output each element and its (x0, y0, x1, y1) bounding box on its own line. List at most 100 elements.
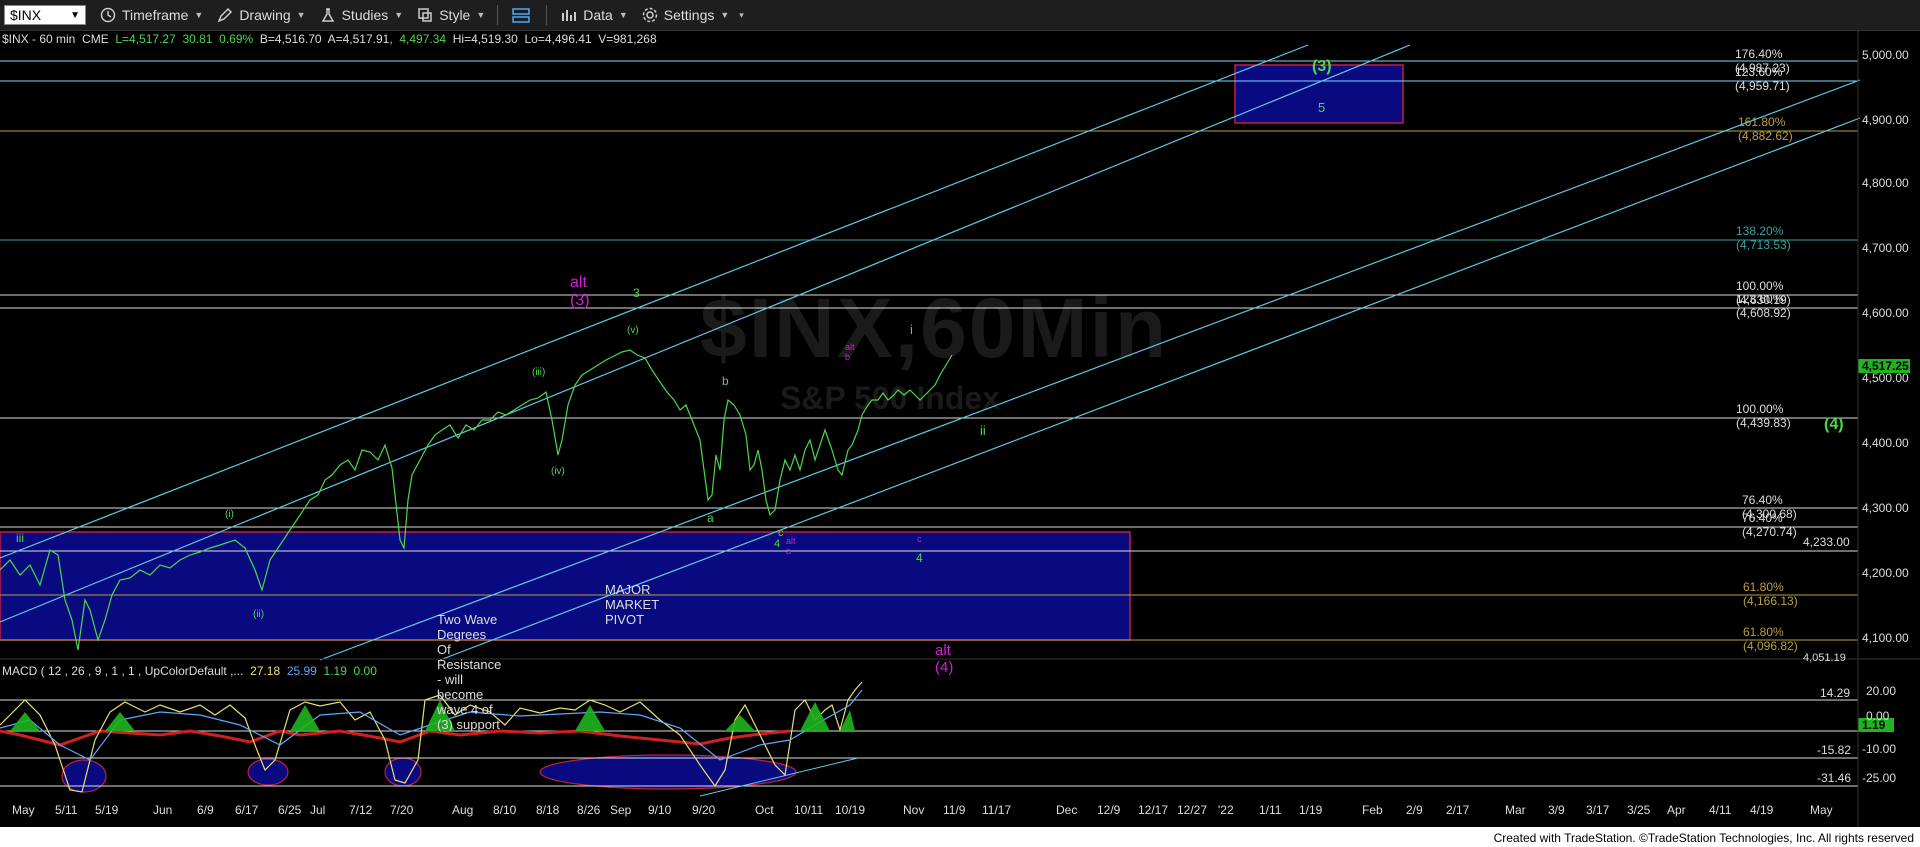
macd-level: -15.82 (1817, 743, 1852, 757)
alt-a-label: alt a (786, 536, 796, 556)
clock-icon (100, 7, 116, 23)
price-tick: 4,700.00 (1862, 241, 1909, 255)
date-tick: 8/10 (493, 803, 517, 817)
price-tick: 4,500.00 (1862, 371, 1909, 385)
price-chart[interactable] (0, 0, 1920, 847)
caret-down-icon: ▼ (618, 10, 628, 20)
macd-value-2: 25.99 (286, 664, 317, 678)
wave-c-alt-label: c (917, 534, 922, 544)
settings-label: Settings (663, 7, 715, 23)
wave-iii-left-label: iii (16, 531, 24, 545)
date-tick: 12/27 (1177, 803, 1208, 817)
date-tick: May (12, 803, 35, 817)
macd-line (0, 681, 863, 793)
symbol-input[interactable]: $INX ▼ (4, 5, 86, 25)
date-tick: 11/9 (943, 803, 966, 817)
date-tick: 5/11 (55, 803, 78, 817)
date-tick: 4/11 (1709, 803, 1732, 817)
toolbar-divider (497, 5, 499, 25)
pencil-icon (217, 7, 233, 23)
wave-iii-paren-label: (iii) (532, 367, 546, 378)
price-tick: 4,200.00 (1862, 566, 1909, 580)
wave-i-paren-label: (i) (225, 509, 234, 520)
fib-label: 76.40% (4,270.74) (1742, 511, 1797, 539)
data-button[interactable]: Data ▼ (561, 7, 628, 23)
price-tick: 4,900.00 (1862, 113, 1909, 127)
date-tick: 3/25 (1627, 803, 1651, 817)
date-tick: 11/17 (982, 803, 1012, 817)
caret-down-icon: ▼ (394, 10, 404, 20)
layout-button[interactable] (512, 7, 534, 23)
toolbar-divider (546, 5, 548, 25)
wave-iv-label: (iv) (551, 466, 565, 477)
price-tick: 4,400.00 (1862, 436, 1909, 450)
style-button[interactable]: Style ▼ (417, 7, 485, 23)
date-tick: 1/11 (1259, 803, 1282, 817)
date-tick: Dec (1056, 803, 1078, 817)
timeframe-label: Timeframe (122, 7, 189, 23)
fib-label: 4,233.00 (1803, 535, 1850, 549)
date-tick: Sep (610, 803, 632, 817)
date-tick: 6/25 (278, 803, 302, 817)
alt-3-label: alt (3) (570, 274, 590, 309)
info-last: L=4,517.27 (115, 32, 176, 46)
timeframe-button[interactable]: Timeframe ▼ (100, 7, 203, 23)
date-tick: 1/19 (1299, 803, 1323, 817)
wave-4-label: (4) (1824, 416, 1844, 433)
date-tick: Apr (1667, 803, 1686, 817)
fib-label: 138.20% (4,713.53) (1736, 224, 1791, 252)
info-pct: 0.69% (219, 32, 254, 46)
date-tick: 10/19 (835, 803, 866, 817)
macd-trend-line (699, 757, 859, 797)
info-volume: V=981,268 (598, 32, 657, 46)
price-tick: 5,000.00 (1862, 48, 1909, 62)
price-tick: 4,800.00 (1862, 176, 1909, 190)
date-tick: 8/18 (536, 803, 560, 817)
macd-ellipse (247, 758, 289, 786)
date-tick: Jun (153, 803, 173, 817)
fib-label: 4,051.19 (1803, 652, 1846, 664)
data-label: Data (583, 7, 613, 23)
settings-button[interactable]: Settings ▼ ▾ (642, 7, 744, 23)
current-price-label: 4,517.25 (1862, 359, 1909, 373)
info-change: 30.81 (182, 32, 213, 46)
alt-4-label: alt (4) (935, 642, 954, 676)
wave-3-target-label: (3) (1312, 58, 1332, 75)
channel-line (439, 117, 1861, 661)
toolbar: $INX ▼ Timeframe ▼ Drawing ▼ Studies ▼ S… (0, 0, 1920, 31)
macd-level: 1.19 (1862, 718, 1886, 732)
macd-info: MACD ( 12 , 26 , 9 , 1 , 1 , UpColorDefa… (2, 664, 377, 678)
major-pivot-box (0, 531, 1131, 641)
pivot-label: MAJOR MARKET PIVOT (605, 582, 659, 627)
date-tick: 9/10 (648, 803, 672, 817)
drawing-button[interactable]: Drawing ▼ (217, 7, 306, 23)
info-symbol: $INX - 60 min (2, 32, 76, 46)
date-tick: 12/9 (1097, 803, 1121, 817)
footer-credit: Created with TradeStation. ©TradeStation… (1493, 831, 1914, 845)
studies-button[interactable]: Studies ▼ (320, 7, 404, 23)
date-tick: 9/20 (692, 803, 716, 817)
fib-label: 161.80% (4,882.62) (1738, 115, 1793, 143)
wave-i-label: i (910, 322, 913, 337)
style-icon (417, 7, 433, 23)
wave-b-label: b (722, 374, 729, 388)
watermark-symbol: $INX,60Min (700, 281, 1169, 375)
wave-ii-label: ii (980, 423, 986, 438)
flask-icon (320, 7, 336, 23)
macd-ellipse (384, 757, 422, 787)
date-tick: 6/9 (197, 803, 214, 817)
macd-ellipse (539, 754, 797, 790)
fib-label: 61.80% (4,166.13) (1743, 580, 1798, 608)
date-tick: 5/19 (95, 803, 119, 817)
chevron-down-icon: ▼ (70, 9, 80, 21)
macd-level: 14.29 (1820, 686, 1851, 700)
wave-3-label: 3 (633, 286, 640, 300)
macd-label: MACD ( 12 , 26 , 9 , 1 , 1 , UpColorDefa… (2, 664, 244, 678)
wave-a-label: a (707, 511, 714, 525)
date-tick: 10/11 (794, 803, 824, 817)
caret-down-icon: ▼ (296, 10, 306, 20)
date-tick: Oct (755, 803, 774, 817)
style-label: Style (439, 7, 471, 23)
macd-histogram (0, 729, 791, 747)
wave-4-small-label: 4 (774, 538, 781, 550)
